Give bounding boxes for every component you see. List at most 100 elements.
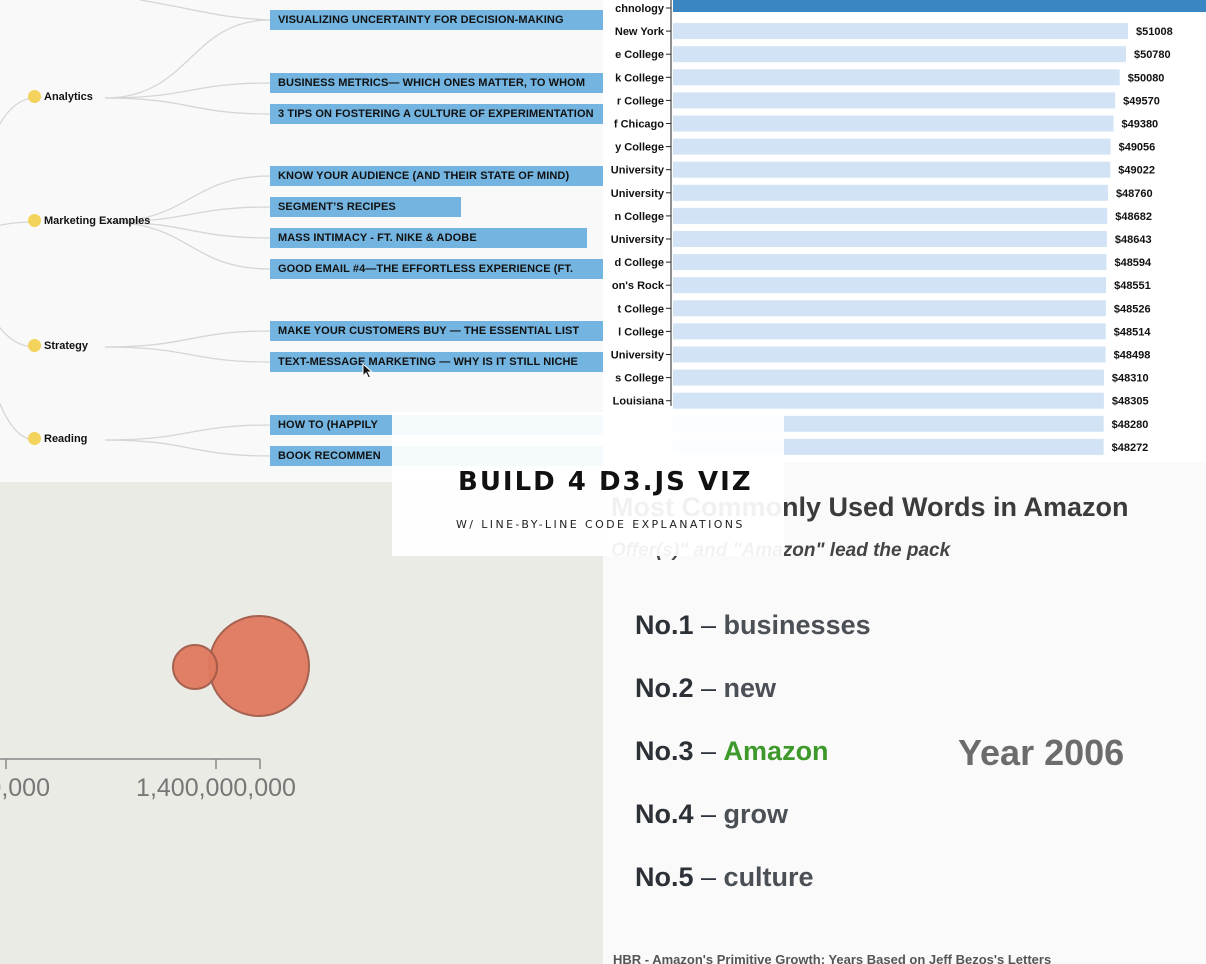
rank-word: culture <box>723 862 814 892</box>
tree-node-label: Analytics <box>44 90 93 103</box>
x-tick-label: 000,000 <box>0 774 50 802</box>
rank-word: Amazon <box>723 736 829 766</box>
bar <box>673 138 1111 155</box>
category-label: f Chicago <box>614 119 664 131</box>
rank-number: No.3 <box>635 736 694 766</box>
bar <box>673 323 1106 340</box>
category-label: University <box>611 165 665 177</box>
category-label: chnology <box>615 3 665 15</box>
node-dot-icon <box>28 214 41 227</box>
value-label: $49056 <box>1119 142 1156 154</box>
rank-separator: – <box>693 610 724 640</box>
rank-row: No.4 – grow <box>635 799 788 830</box>
category-label: e College <box>615 49 664 61</box>
mouse-cursor-icon <box>362 363 374 379</box>
tree-node[interactable]: Reading <box>28 432 87 445</box>
title-card: BUILD 4 D3.JS VIZ W/ LINE-BY-LINE CODE E… <box>392 412 784 556</box>
tree-link <box>104 330 271 348</box>
rank-separator: – <box>693 862 724 892</box>
rank-number: No.5 <box>635 862 694 892</box>
bar <box>673 161 1111 178</box>
bar <box>673 207 1108 224</box>
words-footer: HBR - Amazon's Primitive Growth: Years B… <box>613 952 1052 964</box>
value-label: $50780 <box>1134 49 1171 61</box>
tree-leaf-link[interactable]: TEXT-MESSAGE MARKETING — WHY IS IT STILL… <box>270 352 603 372</box>
tree-leaf-link[interactable]: SEGMENT’S RECIPES <box>270 197 461 217</box>
category-label: University <box>611 188 665 200</box>
rank-word: new <box>723 673 777 703</box>
tree-node[interactable]: Marketing Examples <box>28 214 150 227</box>
category-label: y College <box>615 142 664 154</box>
category-label: t College <box>618 303 664 315</box>
tree-leaf-link[interactable]: 3 TIPS ON FOSTERING A CULTURE OF EXPERIM… <box>270 104 603 124</box>
category-label: l College <box>618 326 664 338</box>
bar <box>673 115 1114 132</box>
value-label: $48310 <box>1112 373 1149 385</box>
card-subtitle: W/ LINE-BY-LINE CODE EXPLANATIONS <box>456 518 745 531</box>
bar <box>673 392 1104 409</box>
bar <box>673 184 1108 201</box>
tree-node[interactable]: Strategy <box>28 339 88 352</box>
tree-node-label: Marketing Examples <box>44 214 151 227</box>
bar <box>673 277 1107 294</box>
value-label: $50080 <box>1128 72 1165 84</box>
category-label: d College <box>614 257 664 269</box>
tree-leaf-link[interactable]: GOOD EMAIL #4—THE EFFORTLESS EXPERIENCE … <box>270 259 603 279</box>
value-label: $48514 <box>1114 326 1152 338</box>
year-label: Year 2006 <box>958 732 1125 773</box>
category-label: Louisiana <box>613 396 665 408</box>
tree-leaf-link[interactable]: MAKE YOUR CUSTOMERS BUY — THE ESSENTIAL … <box>270 321 603 341</box>
tree-link <box>0 326 36 348</box>
bar <box>673 0 1206 12</box>
value-label: $48594 <box>1114 257 1152 269</box>
category-label: New York <box>615 26 665 38</box>
bar <box>673 92 1116 109</box>
bubble <box>172 644 218 690</box>
tree-leaf-link[interactable]: BUSINESS METRICS— WHICH ONES MATTER, TO … <box>270 73 603 93</box>
rank-separator: – <box>693 673 724 703</box>
value-label: $48526 <box>1114 303 1151 315</box>
category-label: r College <box>617 95 664 107</box>
category-label: n College <box>614 211 664 223</box>
bar <box>673 369 1104 386</box>
tree-panel: Analytics Marketing Examples Strategy Readi… <box>0 0 603 482</box>
tree-leaf-link[interactable]: MASS INTIMACY - FT. NIKE & ADOBE <box>270 228 587 248</box>
value-label: $49022 <box>1118 165 1155 177</box>
bar <box>673 23 1128 40</box>
rank-row: No.1 – businesses <box>635 610 871 641</box>
value-label: $48682 <box>1115 211 1152 223</box>
tree-node-label: Strategy <box>44 339 89 352</box>
category-label: on's Rock <box>612 280 665 292</box>
bar <box>673 46 1126 63</box>
bar <box>673 254 1107 271</box>
category-label: University <box>611 234 665 246</box>
tree-link <box>104 19 271 99</box>
value-label: $49380 <box>1121 119 1158 131</box>
value-label: $48305 <box>1112 396 1149 408</box>
rank-number: No.4 <box>635 799 694 829</box>
value-label: $51008 <box>1136 26 1173 38</box>
bar-chart-panel: chnology New York $51008 e College $50780 k C… <box>603 0 1206 462</box>
bar <box>673 69 1120 86</box>
bar-chart: chnology New York $51008 e College $50780 k C… <box>611 0 1206 455</box>
tree-link <box>139 0 271 21</box>
tree-leaf-link[interactable]: KNOW YOUR AUDIENCE (AND THEIR STATE OF M… <box>270 166 603 186</box>
tree-node-label: Reading <box>44 432 88 445</box>
card-title: BUILD 4 D3.JS VIZ <box>458 467 753 497</box>
category-label: k College <box>615 72 664 84</box>
rank-separator: – <box>693 799 724 829</box>
value-label: $48498 <box>1114 350 1151 362</box>
category-label: University <box>611 350 665 362</box>
value-label: $49570 <box>1123 95 1160 107</box>
tree-leaf-link[interactable]: VISUALIZING UNCERTAINTY FOR DECISION-MAK… <box>270 10 603 30</box>
tree-link <box>104 424 271 441</box>
node-dot-icon <box>28 90 41 103</box>
value-label: $48272 <box>1112 442 1149 454</box>
tree-node[interactable]: Analytics <box>28 90 93 103</box>
node-dot-icon <box>28 432 41 445</box>
value-label: $48643 <box>1115 234 1152 246</box>
bar <box>673 231 1107 247</box>
rank-number: No.1 <box>635 610 694 640</box>
rank-row: No.5 – culture <box>635 862 814 893</box>
rank-word: businesses <box>723 610 871 640</box>
